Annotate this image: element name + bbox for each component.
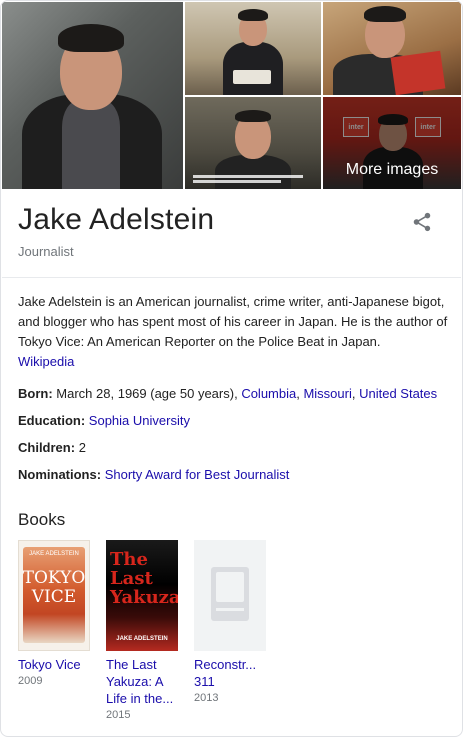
- cover-author: JAKE ADELSTEIN: [116, 636, 168, 642]
- fact-born: Born: March 28, 1969 (age 50 years), Col…: [18, 386, 438, 401]
- section-divider: [2, 277, 461, 278]
- fact-label: Education:: [18, 413, 86, 428]
- main-photo[interactable]: [2, 2, 183, 189]
- more-images-button[interactable]: More images: [323, 97, 461, 189]
- birthplace-city-link[interactable]: Columbia: [241, 386, 296, 401]
- book-title[interactable]: The Last Yakuza: A Life in the...: [106, 656, 186, 707]
- book-cover[interactable]: The Last Yakuza JAKE ADELSTEIN: [106, 540, 178, 651]
- knowledge-panel: inter inter More images Jake Adelstein J…: [0, 0, 463, 737]
- photo-thumbnail-1[interactable]: [185, 2, 321, 95]
- book-year: 2015: [106, 709, 131, 721]
- book-cover[interactable]: JAKE ADELSTEIN TOKYO VICE: [18, 540, 90, 651]
- book-placeholder-icon: [211, 567, 249, 621]
- fact-label: Children:: [18, 440, 76, 455]
- share-button[interactable]: [411, 211, 433, 233]
- book-cover[interactable]: [194, 540, 266, 651]
- photo-thumbnail-2[interactable]: [323, 2, 461, 95]
- entity-name: Jake Adelstein: [18, 203, 215, 236]
- fact-label: Nominations:: [18, 467, 102, 482]
- book-item[interactable]: The Last Yakuza JAKE ADELSTEIN The Last …: [106, 540, 186, 723]
- fact-nominations: Nominations: Shorty Award for Best Journ…: [18, 465, 289, 485]
- book-title[interactable]: Reconstr... 311: [194, 656, 274, 690]
- fact-children: Children: 2: [18, 438, 86, 458]
- fact-value: March 28, 1969 (age 50 years),: [56, 386, 238, 401]
- nomination-link[interactable]: Shorty Award for Best Journalist: [105, 467, 290, 482]
- cover-title: TOKYO VICE: [22, 568, 86, 607]
- entity-subtitle: Journalist: [18, 244, 74, 259]
- image-collage[interactable]: inter inter More images: [2, 2, 461, 189]
- description: Jake Adelstein is an American journalist…: [18, 292, 448, 372]
- cover-author: JAKE ADELSTEIN: [29, 551, 79, 557]
- share-icon: [413, 212, 431, 232]
- birthplace-country-link[interactable]: United States: [359, 386, 437, 401]
- fact-education: Education: Sophia University: [18, 411, 190, 431]
- birthplace-state-link[interactable]: Missouri: [303, 386, 351, 401]
- education-link[interactable]: Sophia University: [89, 413, 190, 428]
- fact-label: Born:: [18, 386, 53, 401]
- book-item[interactable]: JAKE ADELSTEIN TOKYO VICE Tokyo Vice 200…: [18, 540, 98, 689]
- book-item[interactable]: Reconstr... 311 2013: [194, 540, 274, 706]
- book-year: 2009: [18, 675, 43, 687]
- book-year: 2013: [194, 692, 219, 704]
- book-title[interactable]: Tokyo Vice: [18, 656, 98, 673]
- fact-value: 2: [78, 440, 86, 455]
- wikipedia-link[interactable]: Wikipedia: [18, 354, 74, 369]
- books-heading: Books: [18, 510, 66, 529]
- cover-title: The Last Yakuza: [110, 549, 178, 608]
- description-text: Jake Adelstein is an American journalist…: [18, 294, 448, 349]
- photo-thumbnail-3[interactable]: [185, 97, 321, 189]
- more-images-label: More images: [345, 161, 439, 178]
